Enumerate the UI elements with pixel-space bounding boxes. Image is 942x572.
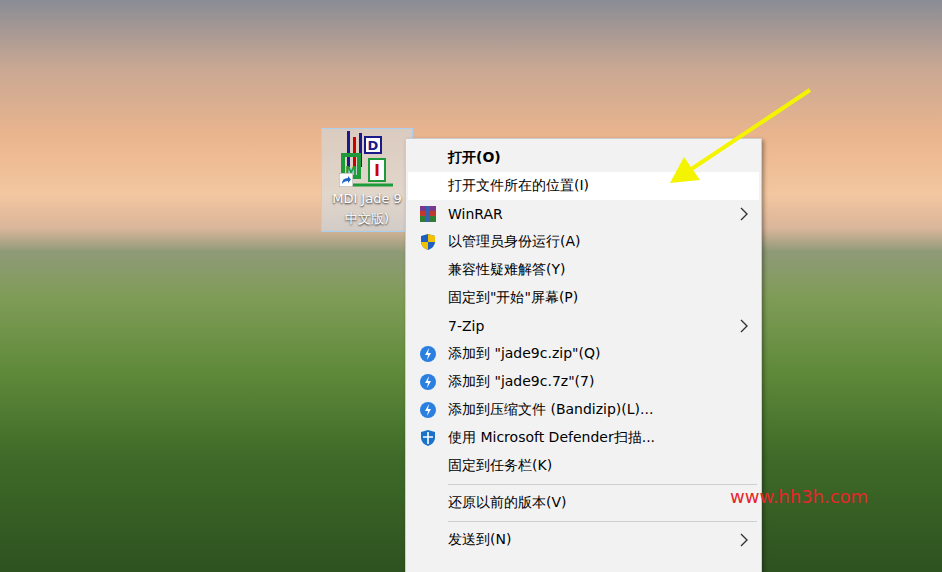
desktop-icon[interactable]: MDIMDI Jade 9中文版) (321, 128, 413, 232)
menu-icon-slot (408, 205, 448, 223)
bandizip-icon (419, 373, 437, 391)
menu-item[interactable]: WinRAR (408, 200, 759, 228)
shortcut-arrow-icon (339, 173, 353, 187)
menu-item-label: 7-Zip (448, 318, 739, 334)
menu-item[interactable]: 添加到 "jade9c.7z"(7) (408, 368, 759, 396)
menu-item-label: 以管理员身份运行(A) (448, 233, 759, 251)
menu-item-label: 固定到任务栏(K) (448, 457, 759, 475)
menu-item-label: 打开(O) (448, 149, 759, 167)
icon-label: 中文版) (345, 209, 389, 229)
svg-text:I: I (374, 162, 380, 180)
menu-item-label: 发送到(N) (448, 531, 739, 549)
menu-item-label: 添加到 "jade9c.7z"(7) (448, 373, 759, 391)
submenu-chevron-icon (739, 319, 749, 333)
menu-icon-slot (408, 345, 448, 363)
icon-label: MDI Jade 9 (332, 189, 402, 209)
uac-shield-icon (420, 233, 436, 251)
annotation-arrow-icon (0, 0, 942, 572)
winrar-icon (419, 205, 437, 223)
menu-item[interactable]: 添加到 "jade9c.zip"(Q) (408, 340, 759, 368)
menu-separator (448, 484, 757, 485)
menu-icon-slot (408, 233, 448, 251)
menu-item-label: 固定到"开始"屏幕(P) (448, 289, 759, 307)
menu-item[interactable]: 发送到(N) (408, 526, 759, 554)
context-menu: 打开(O) 打开文件所在的位置(I) WinRAR 以管理员身份运行(A) 兼容性疑难解… (405, 138, 762, 572)
menu-item[interactable]: 兼容性疑难解答(Y) (408, 256, 759, 284)
menu-item-label: 还原以前的版本(V) (448, 494, 759, 512)
icon-image: MDI (339, 129, 395, 189)
menu-icon-slot (408, 373, 448, 391)
menu-item[interactable]: 以管理员身份运行(A) (408, 228, 759, 256)
submenu-chevron-icon (739, 207, 749, 221)
bandizip-icon (419, 345, 437, 363)
menu-item[interactable]: 打开(O) (408, 144, 759, 172)
menu-icon-slot (408, 401, 448, 419)
menu-item[interactable]: 添加到压缩文件 (Bandizip)(L)... (408, 396, 759, 424)
submenu-chevron-icon (739, 533, 749, 547)
menu-separator (448, 521, 757, 522)
svg-text:D: D (368, 138, 379, 153)
menu-item[interactable]: 还原以前的版本(V) (408, 489, 759, 517)
menu-item[interactable]: 7-Zip (408, 312, 759, 340)
menu-item-label: 打开文件所在的位置(I) (448, 177, 759, 195)
watermark: www.hh3h.com (730, 486, 868, 507)
menu-item-label: 兼容性疑难解答(Y) (448, 261, 759, 279)
menu-item-label: 使用 Microsoft Defender扫描... (448, 429, 759, 447)
menu-item[interactable]: 打开文件所在的位置(I) (408, 172, 759, 200)
menu-item[interactable]: 使用 Microsoft Defender扫描... (408, 424, 759, 452)
bandizip-icon (419, 401, 437, 419)
menu-item-label: WinRAR (448, 206, 739, 222)
menu-item-label: 添加到 "jade9c.zip"(Q) (448, 345, 759, 363)
menu-item[interactable]: 固定到"开始"屏幕(P) (408, 284, 759, 312)
menu-icon-slot (408, 429, 448, 447)
menu-item-label: 添加到压缩文件 (Bandizip)(L)... (448, 401, 759, 419)
menu-item[interactable]: 固定到任务栏(K) (408, 452, 759, 480)
desktop: MDIMDI Jade 9中文版) 打开(O) 打开文件所在的位置(I) WinRAR… (0, 0, 942, 572)
defender-shield-icon (420, 429, 436, 447)
